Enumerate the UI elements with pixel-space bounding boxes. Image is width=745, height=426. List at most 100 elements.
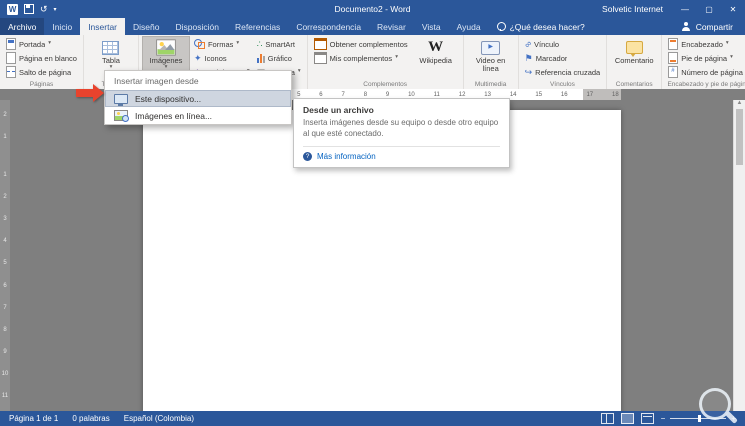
read-mode-view-button[interactable] <box>600 413 614 424</box>
language-status[interactable]: Español (Colombia) <box>124 414 194 423</box>
online-pictures-icon <box>114 110 129 122</box>
ruler-tick-number: 10 <box>1 370 9 377</box>
ruler-tick-number: 6 <box>319 91 323 98</box>
group-label-vinculos: Vínculos <box>549 81 575 88</box>
share-button[interactable]: Compartir <box>670 18 745 35</box>
dropdown-caret-icon: ▾ <box>297 68 301 75</box>
tab-referencias[interactable]: Referencias <box>227 18 288 35</box>
tooltip-body: Inserta imágenes desde su equipo o desde… <box>303 118 499 138</box>
minimize-button[interactable]: — <box>673 0 697 18</box>
title-bar: W ↺ ▾ Documento2 - Word Solvetic Interne… <box>0 0 745 18</box>
person-icon <box>682 22 691 31</box>
ruler-tick-number: 16 <box>560 91 568 98</box>
mis-complementos-button[interactable]: Mis complementos ▾ <box>312 51 410 65</box>
ruler-tick-number: 5 <box>3 260 7 267</box>
tabla-button[interactable]: Tabla ▾ <box>88 37 134 72</box>
lightbulb-icon <box>496 22 506 31</box>
word-count-status[interactable]: 0 palabras <box>72 414 109 423</box>
link-icon: ∞ <box>521 37 534 50</box>
store-icon <box>313 38 327 50</box>
ruler-tick-number: 11 <box>1 392 9 399</box>
imagenes-button[interactable]: Imágenes ▾ <box>141 36 190 73</box>
word-logo-icon: W <box>7 3 18 15</box>
tab-revisar[interactable]: Revisar <box>369 18 414 35</box>
blank-page-icon <box>6 52 16 64</box>
numero-de-pagina-button[interactable]: Número de página ▾ <box>666 65 745 79</box>
ruler-tick-number: 10 <box>408 91 415 98</box>
grafico-button[interactable]: Gráfico <box>255 51 303 65</box>
portada-button[interactable]: Portada ▾ <box>4 37 79 51</box>
ruler-tick-number: 5 <box>297 91 301 98</box>
qat-customize-caret-icon[interactable]: ▾ <box>54 6 57 13</box>
vertical-scrollbar[interactable]: ▲ <box>733 100 745 411</box>
tab-ayuda[interactable]: Ayuda <box>449 18 489 35</box>
dropdown-caret-icon: ▾ <box>236 40 240 47</box>
tell-me-label: ¿Qué desea hacer? <box>509 21 585 32</box>
pie-de-pagina-button[interactable]: Pie de página ▾ <box>666 51 745 65</box>
tab-correspondencia[interactable]: Correspondencia <box>288 18 369 35</box>
zoom-out-button[interactable]: − <box>661 414 666 423</box>
web-layout-view-button[interactable] <box>640 413 654 424</box>
dropdown-caret-icon: ▾ <box>725 40 729 47</box>
zoom-slider[interactable] <box>670 415 727 422</box>
ruler-tick-number: 7 <box>3 304 7 311</box>
scroll-up-icon[interactable]: ▲ <box>737 100 743 106</box>
iconos-button[interactable]: ✦ Iconos <box>192 51 252 65</box>
marcador-button[interactable]: ⚑ Marcador <box>523 51 603 65</box>
page-break-icon <box>6 66 16 78</box>
ruler-tick-number: 6 <box>3 282 7 289</box>
obtener-complementos-button[interactable]: Obtener complementos <box>312 37 410 51</box>
chart-icon <box>256 53 265 63</box>
ruler-tick-number: 15 <box>535 91 543 98</box>
zoom-in-button[interactable]: + <box>731 414 736 423</box>
undo-icon[interactable]: ↺ <box>40 4 48 14</box>
pagina-en-blanco-button[interactable]: Página en blanco <box>4 51 79 65</box>
status-bar: Página 1 de 1 0 palabras Español (Colomb… <box>0 411 745 426</box>
tab-inicio[interactable]: Inicio <box>44 18 80 35</box>
referencia-cruzada-button[interactable]: ↪ Referencia cruzada <box>523 65 603 79</box>
vinculo-button[interactable]: ∞ Vínculo <box>521 37 603 51</box>
cross-reference-icon: ↪ <box>524 66 533 77</box>
vertical-ruler[interactable]: 2 1 1 2 3 4 5 6 7 8 9 10 11 <box>0 100 10 411</box>
page-count-status[interactable]: Página 1 de 1 <box>9 414 58 423</box>
comentario-button[interactable]: Comentario <box>611 37 657 66</box>
wikipedia-button[interactable]: W Wikipedia <box>413 37 459 66</box>
formas-button[interactable]: Formas ▾ <box>192 37 252 51</box>
signed-in-user[interactable]: Solvetic Internet <box>602 4 663 14</box>
ruler-tick-number: 17 <box>586 91 594 98</box>
zoom-slider-thumb[interactable] <box>698 415 702 422</box>
menu-item-este-dispositivo[interactable]: Este dispositivo... <box>105 90 291 107</box>
picture-icon <box>156 39 176 56</box>
wikipedia-icon: W <box>428 39 444 55</box>
video-en-linea-button[interactable]: ▶ Video en línea <box>468 37 514 75</box>
ruler-tick-number: 18 <box>612 91 619 98</box>
tab-diseno[interactable]: Diseño <box>125 18 167 35</box>
ribbon-group-encabezado: Encabezado ▾ Pie de página ▾ Número de p… <box>662 35 745 89</box>
salto-de-pagina-button[interactable]: Salto de página <box>4 65 79 79</box>
menu-item-imagenes-en-linea[interactable]: Imágenes en línea... <box>105 107 291 124</box>
quick-access-toolbar: W ↺ ▾ <box>0 3 64 15</box>
tab-disposicion[interactable]: Disposición <box>167 18 226 35</box>
ruler-tick-number: 9 <box>3 348 7 355</box>
ribbon-group-multimedia: ▶ Video en línea Multimedia <box>464 35 519 89</box>
tell-me-box[interactable]: ¿Qué desea hacer? <box>489 18 593 35</box>
tab-vista[interactable]: Vista <box>414 18 449 35</box>
close-button[interactable]: ✕ <box>721 0 745 18</box>
scrollbar-thumb[interactable] <box>736 109 743 165</box>
tab-archivo[interactable]: Archivo <box>0 18 45 35</box>
smartart-button[interactable]: ∴ SmartArt <box>255 37 303 51</box>
ruler-tick-number: 12 <box>458 91 466 98</box>
comment-icon <box>625 41 643 57</box>
menu-header: Insertar imagen desde <box>114 76 199 86</box>
tab-insertar[interactable]: Insertar <box>80 18 126 35</box>
red-pointer-arrow <box>76 84 104 102</box>
bookmark-icon: ⚑ <box>524 52 533 63</box>
encabezado-button[interactable]: Encabezado ▾ <box>666 37 745 51</box>
tooltip-help-link[interactable]: ? Más información <box>303 151 500 161</box>
maximize-button[interactable]: ▢ <box>697 0 721 18</box>
print-layout-view-button[interactable] <box>620 413 634 424</box>
word-window: W ↺ ▾ Documento2 - Word Solvetic Interne… <box>0 0 745 426</box>
cover-page-icon <box>6 38 16 50</box>
save-icon[interactable] <box>24 4 34 14</box>
dropdown-caret-icon: ▾ <box>48 40 52 47</box>
